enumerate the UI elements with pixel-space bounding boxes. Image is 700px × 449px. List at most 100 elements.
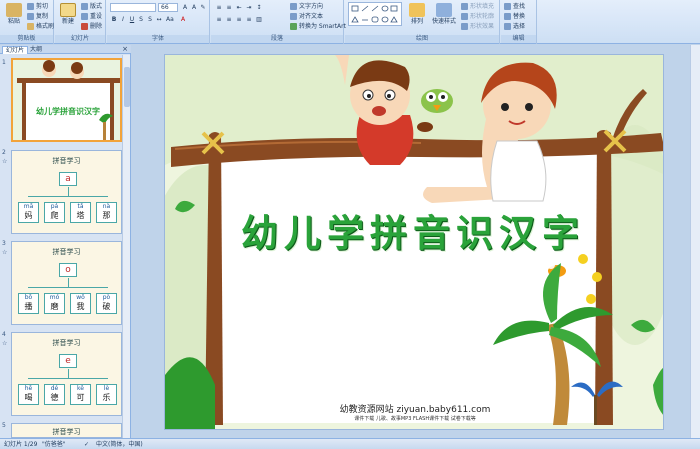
slide-editor: 幼儿学拼音识汉字 幼教资源网站 ziyuan.baby611.com 课件下载 … bbox=[132, 45, 700, 438]
slides-group-label: 幻灯片 bbox=[55, 35, 105, 43]
ribbon: 粘贴 剪切 复制 格式刷 剪贴板 新建 版式 重设 删除 幻灯片 66 A A … bbox=[0, 0, 700, 44]
thumbnail-scrollbar[interactable] bbox=[122, 55, 130, 438]
font-name-combo[interactable] bbox=[110, 3, 156, 12]
format-painter-button[interactable]: 格式刷 bbox=[27, 22, 54, 31]
reset-button[interactable]: 重设 bbox=[81, 12, 102, 21]
quick-styles-button[interactable]: 快速样式 bbox=[429, 2, 459, 34]
thumb-number: 2 bbox=[2, 149, 6, 156]
thumb-connector bbox=[28, 196, 108, 197]
copy-icon bbox=[27, 13, 34, 20]
editing-group-label: 编辑 bbox=[501, 35, 536, 43]
outline-icon bbox=[461, 13, 468, 20]
align-right-button[interactable]: ≡ bbox=[235, 15, 243, 23]
smartart-button[interactable]: 转换为 SmartArt bbox=[290, 22, 346, 31]
columns-button[interactable]: ▥ bbox=[255, 15, 263, 23]
italic-button[interactable]: I bbox=[119, 15, 127, 23]
font-color-button[interactable]: A bbox=[179, 15, 187, 23]
scrollbar-thumb[interactable] bbox=[124, 67, 130, 107]
slides-panel: 幻灯片 大纲 × 1 幼儿学拼音识汉字 2 ☆ 拼音学习 a mā 妈 pá 爬 t… bbox=[0, 45, 131, 438]
tab-outline[interactable]: 大纲 bbox=[27, 46, 45, 54]
cut-button[interactable]: 剪切 bbox=[27, 2, 48, 11]
grow-font-button[interactable]: A bbox=[181, 3, 189, 11]
copy-button[interactable]: 复制 bbox=[27, 12, 48, 21]
slide-title[interactable]: 幼儿学拼音识汉字 bbox=[233, 203, 593, 257]
status-bar: 幻灯片 1/29 "仿爸爸" ✓ 中文(简体，中国) bbox=[0, 438, 700, 449]
find-button[interactable]: 查找 bbox=[504, 2, 525, 11]
close-icon[interactable]: × bbox=[122, 45, 128, 54]
pinyin-box: lè 乐 bbox=[96, 384, 117, 405]
shape-effects-button[interactable]: 形状效果 bbox=[461, 22, 494, 31]
font-group: 66 A A ✎ B I U S S ↔ Aa A 字体 bbox=[107, 0, 210, 44]
animation-star-icon: ☆ bbox=[2, 340, 8, 347]
shapes-icon bbox=[351, 5, 398, 23]
underline-button[interactable]: U bbox=[128, 15, 136, 23]
font-size-combo[interactable]: 66 bbox=[158, 3, 178, 12]
drawing-group-label: 绘图 bbox=[345, 35, 499, 43]
strikethrough-button[interactable]: S bbox=[137, 15, 145, 23]
layout-button[interactable]: 版式 bbox=[81, 2, 102, 11]
language-indicator[interactable]: 中文(简体，中国) bbox=[96, 439, 143, 449]
clear-format-button[interactable]: ✎ bbox=[199, 3, 207, 11]
align-text-button[interactable]: 对齐文本 bbox=[290, 12, 323, 21]
website-subtext: 课件下载 儿歌、故事MP3 FLASH课件下载 试卷下载等 bbox=[354, 416, 476, 422]
new-slide-button[interactable]: 新建 bbox=[57, 2, 79, 34]
text-direction-icon bbox=[290, 3, 297, 10]
replace-icon bbox=[504, 13, 511, 20]
select-button[interactable]: 选择 bbox=[504, 22, 525, 31]
shrink-font-button[interactable]: A bbox=[190, 3, 198, 11]
quick-styles-icon bbox=[436, 3, 452, 17]
thumb-title: 拼音学习 bbox=[52, 339, 81, 347]
pinyin-box: dé 德 bbox=[44, 384, 65, 405]
line-spacing-button[interactable]: ↕ bbox=[255, 3, 263, 11]
align-text-icon bbox=[290, 13, 297, 20]
delete-slide-button[interactable]: 删除 bbox=[81, 22, 102, 31]
pinyin-box: hē 喝 bbox=[18, 384, 39, 405]
arrange-icon bbox=[409, 3, 425, 17]
bold-button[interactable]: B bbox=[110, 15, 118, 23]
new-slide-icon bbox=[60, 3, 76, 17]
animation-star-icon: ☆ bbox=[2, 158, 8, 165]
numbering-button[interactable]: ≡ bbox=[225, 3, 233, 11]
paste-icon bbox=[6, 3, 22, 17]
pinyin-box: mó 磨 bbox=[44, 293, 65, 314]
theme-name: "仿爸爸" bbox=[42, 441, 66, 448]
slide-thumbnail-4[interactable]: 拼音学习 e hē 喝 dé 德 kě 可 lè 乐 bbox=[11, 332, 122, 416]
shapes-gallery[interactable] bbox=[348, 2, 402, 26]
fill-icon bbox=[461, 3, 468, 10]
arrange-button[interactable]: 排列 bbox=[407, 2, 427, 34]
shape-fill-button[interactable]: 形状填充 bbox=[461, 2, 494, 11]
replace-button[interactable]: 替换 bbox=[504, 12, 525, 21]
thumb-1-artwork bbox=[13, 60, 120, 140]
decrease-indent-button[interactable]: ⇤ bbox=[235, 3, 243, 11]
slide-scrollbar[interactable] bbox=[690, 45, 700, 438]
animation-star-icon: ☆ bbox=[2, 249, 8, 256]
slide-thumbnail-2[interactable]: 拼音学习 a mā 妈 pá 爬 tǎ 塔 nà 那 bbox=[11, 150, 122, 234]
change-case-button[interactable]: Aa bbox=[165, 15, 174, 23]
panel-tabs: 幻灯片 大纲 × bbox=[0, 45, 131, 54]
shadow-button[interactable]: S bbox=[146, 15, 154, 23]
spacing-button[interactable]: ↔ bbox=[155, 15, 163, 23]
tab-slides[interactable]: 幻灯片 bbox=[2, 46, 29, 54]
slides-group: 新建 版式 重设 删除 幻灯片 bbox=[55, 0, 106, 44]
pinyin-box: nà 那 bbox=[96, 202, 117, 223]
current-slide[interactable]: 幼儿学拼音识汉字 幼教资源网站 ziyuan.baby611.com 课件下载 … bbox=[164, 54, 664, 430]
align-left-button[interactable]: ≡ bbox=[215, 15, 223, 23]
website-text: 幼教资源网站 ziyuan.baby611.com bbox=[339, 405, 491, 415]
increase-indent-button[interactable]: ⇥ bbox=[245, 3, 253, 11]
bullets-button[interactable]: ≡ bbox=[215, 3, 223, 11]
select-icon bbox=[504, 23, 511, 30]
drawing-group: 排列 快速样式 形状填充 形状轮廓 形状效果 绘图 bbox=[345, 0, 500, 44]
align-center-button[interactable]: ≡ bbox=[225, 15, 233, 23]
pinyin-box: pá 爬 bbox=[44, 202, 65, 223]
spellcheck-icon[interactable]: ✓ bbox=[84, 439, 89, 449]
paste-button[interactable]: 粘贴 bbox=[3, 2, 25, 34]
slide-thumbnail-1[interactable]: 幼儿学拼音识汉字 bbox=[11, 58, 122, 142]
slide-thumbnail-3[interactable]: 拼音学习 o bō 播 mó 磨 wǒ 我 pò 破 bbox=[11, 241, 122, 325]
justify-button[interactable]: ≡ bbox=[245, 15, 253, 23]
shape-outline-button[interactable]: 形状轮廓 bbox=[461, 12, 494, 21]
clipboard-group: 粘贴 剪切 复制 格式刷 剪贴板 bbox=[0, 0, 54, 44]
thumb-title: 拼音学习 bbox=[52, 157, 81, 165]
text-direction-button[interactable]: 文字方向 bbox=[290, 2, 323, 11]
pinyin-box: kě 可 bbox=[70, 384, 91, 405]
slide-thumbnail-5[interactable]: 拼音学习 bbox=[11, 423, 122, 438]
